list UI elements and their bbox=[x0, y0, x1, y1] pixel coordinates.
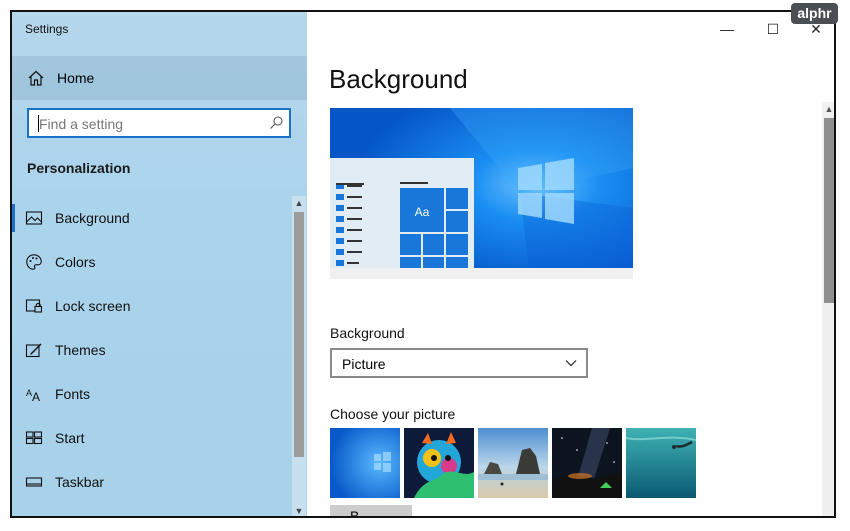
background-type-value: Picture bbox=[342, 356, 386, 372]
background-preview: Aa bbox=[330, 108, 633, 279]
preview-image: Aa bbox=[330, 108, 633, 279]
picture-icon bbox=[25, 211, 43, 225]
sidebar-item-label: Fonts bbox=[55, 386, 91, 402]
sidebar-item-themes[interactable]: Themes bbox=[12, 330, 292, 370]
lock-screen-icon bbox=[25, 299, 43, 313]
sidebar-item-start[interactable]: Start bbox=[12, 418, 292, 458]
sidebar-item-label: Taskbar bbox=[55, 474, 105, 490]
scroll-up-arrow[interactable]: ▲ bbox=[292, 196, 306, 210]
sidebar-item-lock-screen[interactable]: Lock screen bbox=[12, 286, 292, 326]
home-label: Home bbox=[57, 70, 95, 86]
start-tiles-icon bbox=[25, 431, 43, 445]
themes-brush-icon bbox=[25, 343, 42, 358]
thumbnail-underwater-swimmer[interactable] bbox=[626, 428, 696, 498]
browse-button[interactable]: B... bbox=[330, 505, 412, 518]
main-scrollbar[interactable]: ▲ bbox=[822, 102, 834, 516]
maximize-button[interactable]: ☐ bbox=[753, 18, 793, 40]
sidebar-item-fonts[interactable]: A A Fonts bbox=[12, 374, 292, 414]
sidebar-item-taskbar[interactable]: Taskbar bbox=[12, 462, 292, 502]
search-icon[interactable] bbox=[268, 115, 284, 131]
home-icon bbox=[28, 70, 44, 86]
background-label: Background bbox=[330, 325, 405, 341]
thumbnail-windows-blue[interactable] bbox=[330, 428, 400, 498]
choose-picture-label: Choose your picture bbox=[330, 406, 456, 422]
main-content: — ☐ ✕ Background Aa Background Picture C… bbox=[307, 12, 834, 518]
taskbar-icon bbox=[25, 477, 43, 487]
sidebar-item-label: Lock screen bbox=[55, 298, 131, 314]
sidebar-item-label: Colors bbox=[55, 254, 96, 270]
thumbnail-beach-rocks[interactable] bbox=[478, 428, 548, 498]
scroll-up-arrow[interactable]: ▲ bbox=[822, 102, 834, 116]
scrollbar-thumb[interactable] bbox=[294, 212, 304, 457]
sidebar-item-background[interactable]: Background bbox=[12, 198, 292, 238]
background-type-select[interactable]: Picture bbox=[330, 348, 588, 378]
settings-window: Settings Home Find a setting Personaliza… bbox=[10, 10, 836, 518]
sidebar-item-label: Start bbox=[55, 430, 85, 446]
chevron-down-icon bbox=[565, 360, 577, 367]
minimize-button[interactable]: — bbox=[707, 18, 747, 40]
svg-text:A: A bbox=[32, 390, 40, 403]
thumbnail-night-sky-tent[interactable] bbox=[552, 428, 622, 498]
home-nav-item[interactable]: Home bbox=[12, 56, 307, 100]
alphr-logo: alphr bbox=[791, 3, 838, 24]
preview-tile-text: Aa bbox=[415, 205, 430, 219]
app-title: Settings bbox=[25, 22, 69, 36]
sidebar-item-colors[interactable]: Colors bbox=[12, 242, 292, 282]
fonts-icon: A A bbox=[26, 388, 40, 403]
page-title: Background bbox=[329, 64, 468, 94]
scroll-down-arrow[interactable]: ▼ bbox=[292, 504, 306, 516]
sidebar: Settings Home Find a setting Personaliza… bbox=[12, 12, 307, 516]
search-input[interactable]: Find a setting bbox=[27, 108, 291, 138]
thumbnail-colorful-cat[interactable] bbox=[404, 428, 474, 498]
sidebar-scrollbar[interactable]: ▲ ▼ bbox=[292, 196, 306, 516]
sidebar-item-label: Themes bbox=[55, 342, 106, 358]
section-title: Personalization bbox=[27, 160, 131, 176]
palette-icon bbox=[26, 254, 42, 270]
sidebar-item-label: Background bbox=[55, 210, 130, 226]
selected-indicator bbox=[12, 204, 15, 232]
scrollbar-thumb[interactable] bbox=[824, 118, 834, 303]
search-placeholder: Find a setting bbox=[39, 116, 124, 132]
browse-button-label: B... bbox=[350, 508, 372, 518]
